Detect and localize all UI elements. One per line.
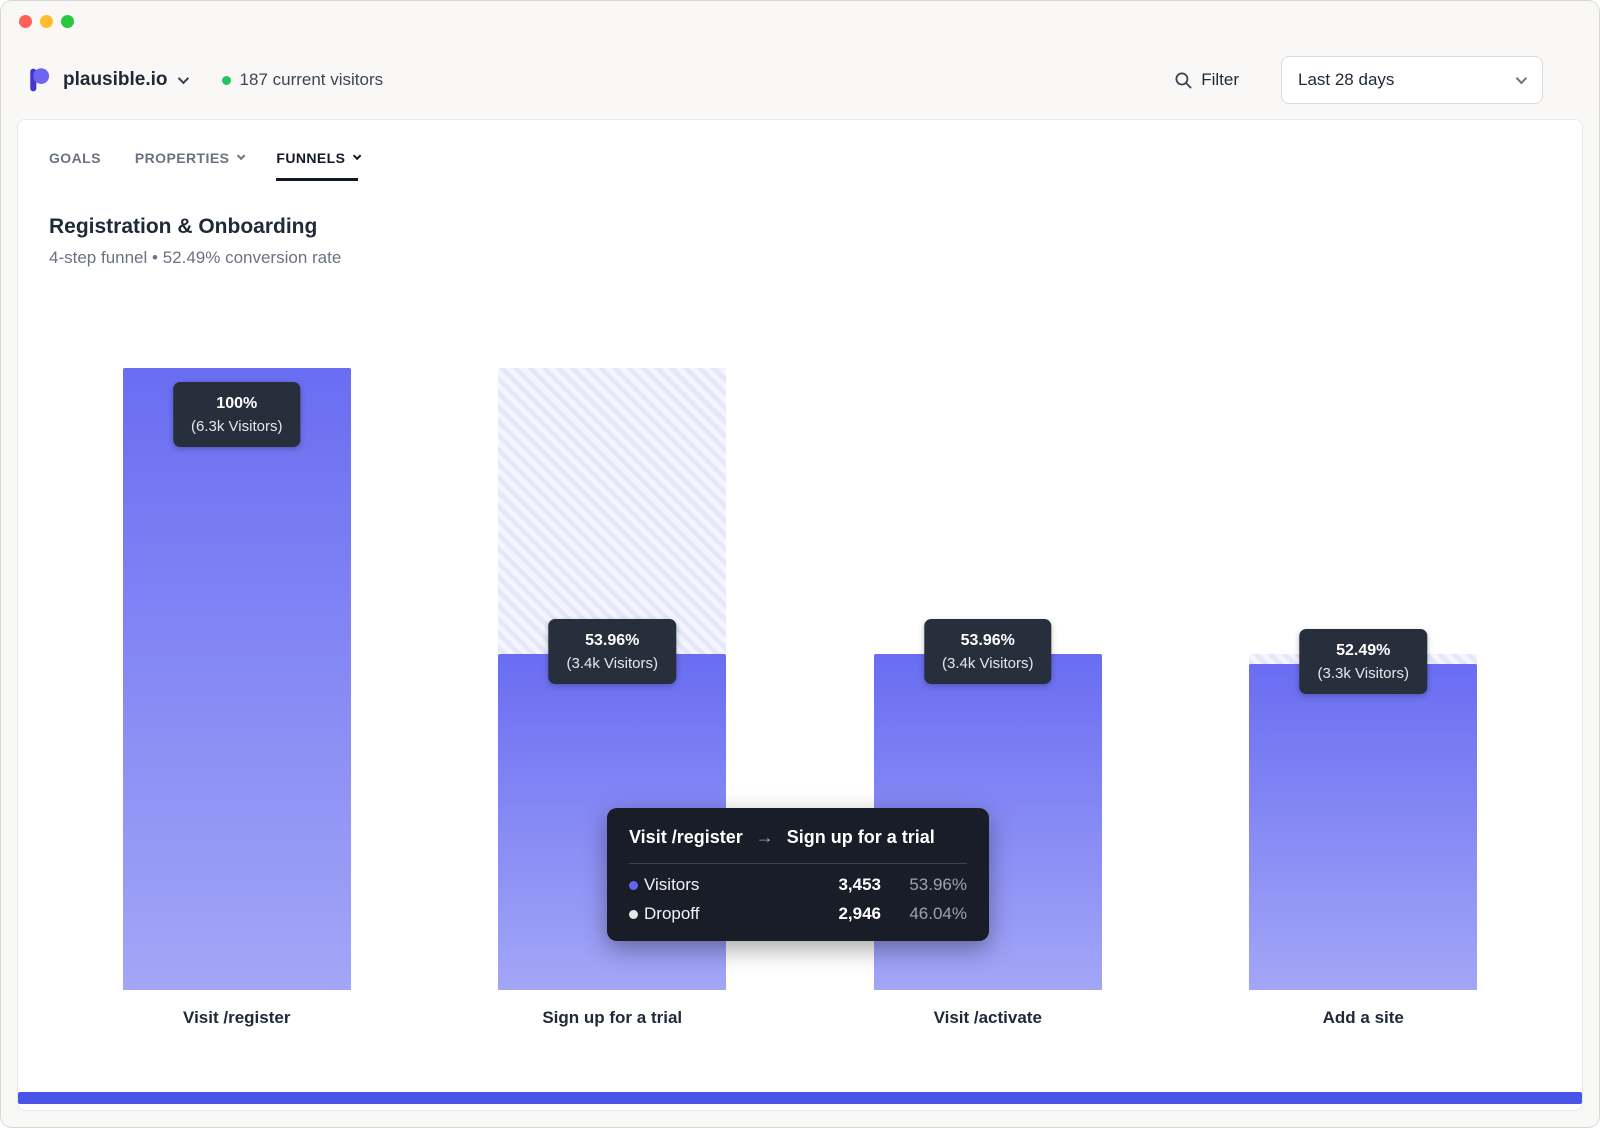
funnel-step: 100% (6.3k Visitors) Visit /register [49, 368, 425, 1028]
filter-button[interactable]: Filter [1174, 70, 1239, 90]
tooltip-row-visitors: Visitors 3,453 53.96% [629, 875, 967, 895]
tooltip-row-dot [629, 881, 638, 890]
tooltip-row-dot [629, 910, 638, 919]
funnel-bar-badge: 100% (6.3k Visitors) [173, 382, 300, 447]
tooltip-divider [629, 863, 967, 864]
maximize-window-button[interactable] [61, 15, 74, 28]
tab-properties-label: PROPERTIES [135, 150, 229, 166]
filter-label: Filter [1201, 70, 1239, 90]
chevron-down-icon [177, 73, 188, 84]
chevron-down-icon [237, 152, 245, 160]
funnel-step-name: Visit /activate [934, 1008, 1042, 1028]
tab-funnels[interactable]: FUNNELS [276, 150, 358, 181]
tooltip-from-step: Visit /register [629, 827, 743, 848]
funnel-step-name: Visit /register [183, 1008, 290, 1028]
date-range-select[interactable]: Last 28 days [1281, 56, 1543, 104]
funnel-hover-tooltip: Visit /register → Sign up for a trial Vi… [607, 808, 989, 941]
badge-percent: 52.49% [1318, 639, 1409, 663]
report-tabs: GOALS PROPERTIES FUNNELS [18, 120, 1582, 181]
tooltip-row-percent: 46.04% [881, 904, 967, 924]
funnel-bar-badge: 53.96% (3.4k Visitors) [924, 619, 1051, 684]
tooltip-row-value: 3,453 [803, 875, 881, 895]
badge-visitors: (3.4k Visitors) [567, 653, 658, 674]
funnel-bar[interactable]: 52.49% (3.3k Visitors) [1249, 368, 1477, 990]
live-dot-icon [222, 76, 231, 85]
badge-visitors: (6.3k Visitors) [191, 416, 282, 437]
tooltip-row-dropoff: Dropoff 2,946 46.04% [629, 904, 967, 924]
funnel-step-name: Sign up for a trial [542, 1008, 682, 1028]
tooltip-row-label: Dropoff [644, 904, 803, 924]
tab-properties[interactable]: PROPERTIES [135, 150, 242, 181]
header-actions: Filter Last 28 days [1174, 56, 1543, 104]
plausible-logo-icon [25, 66, 53, 94]
badge-percent: 53.96% [567, 629, 658, 653]
tooltip-row-value: 2,946 [803, 904, 881, 924]
close-window-button[interactable] [19, 15, 32, 28]
tooltip-to-step: Sign up for a trial [787, 827, 935, 848]
funnel-chart: 100% (6.3k Visitors) Visit /register 53.… [18, 368, 1582, 1028]
tooltip-row-label: Visitors [644, 875, 803, 895]
funnel-card: GOALS PROPERTIES FUNNELS Registration & … [17, 119, 1583, 1111]
minimize-window-button[interactable] [40, 15, 53, 28]
app-window: plausible.io 187 current visitors Filter… [0, 0, 1600, 1128]
tab-funnels-label: FUNNELS [276, 150, 345, 166]
top-header: plausible.io 187 current visitors Filter… [1, 41, 1599, 119]
bottom-accent-strip [18, 1092, 1582, 1104]
site-name: plausible.io [63, 69, 168, 91]
tab-goals-label: GOALS [49, 150, 101, 166]
window-titlebar [1, 1, 1599, 41]
search-icon [1174, 71, 1193, 90]
arrow-right-icon: → [756, 827, 774, 848]
badge-percent: 100% [191, 392, 282, 416]
tooltip-header: Visit /register → Sign up for a trial [629, 827, 967, 848]
funnel-step: 52.49% (3.3k Visitors) Add a site [1176, 368, 1552, 1028]
chevron-down-icon [1516, 73, 1527, 84]
tooltip-row-percent: 53.96% [881, 875, 967, 895]
badge-visitors: (3.4k Visitors) [942, 653, 1033, 674]
funnel-bar-badge: 53.96% (3.4k Visitors) [549, 619, 676, 684]
funnel-step-name: Add a site [1323, 1008, 1404, 1028]
site-switcher[interactable]: plausible.io [25, 66, 186, 94]
tab-goals[interactable]: GOALS [49, 150, 101, 181]
chevron-down-icon [353, 152, 361, 160]
funnel-bar[interactable]: 100% (6.3k Visitors) [123, 368, 351, 990]
funnel-bar-badge: 52.49% (3.3k Visitors) [1300, 629, 1427, 694]
funnel-subtitle: 4-step funnel • 52.49% conversion rate [49, 248, 1551, 268]
funnel-title: Registration & Onboarding [49, 215, 1551, 239]
badge-visitors: (3.3k Visitors) [1318, 663, 1409, 684]
date-range-value: Last 28 days [1298, 70, 1394, 90]
badge-percent: 53.96% [942, 629, 1033, 653]
current-visitors-label: 187 current visitors [240, 70, 384, 90]
funnel-bar-fill [123, 368, 351, 990]
current-visitors: 187 current visitors [222, 70, 384, 90]
funnel-bar-fill [1249, 664, 1477, 990]
